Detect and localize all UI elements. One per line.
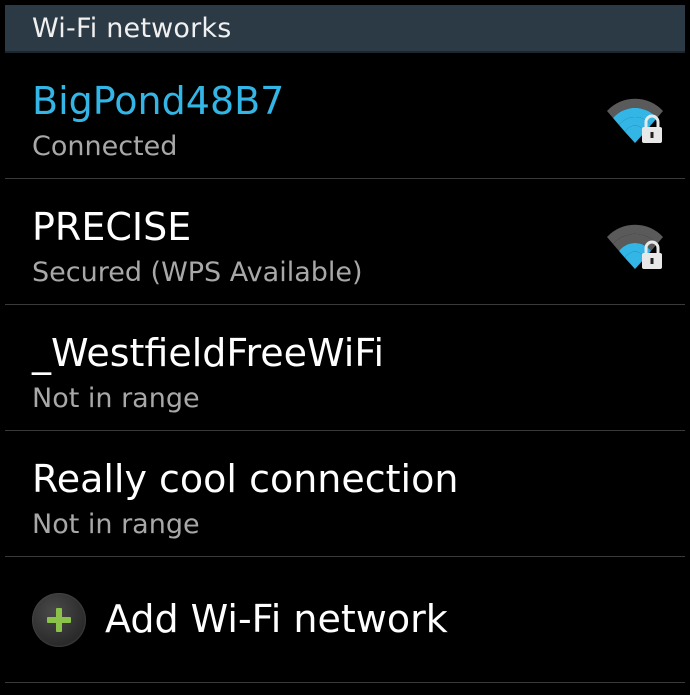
network-status: Connected (32, 131, 178, 162)
add-wifi-network-button[interactable]: Add Wi-Fi network (5, 557, 685, 683)
network-item-westfieldfreewifi[interactable]: _WestfieldFreeWiFi Not in range (5, 305, 685, 431)
network-list: BigPond48B7 Connected PRECISE Secured (W… (5, 53, 685, 683)
network-item-bigpond48b7[interactable]: BigPond48B7 Connected (5, 53, 685, 179)
network-name: Really cool connection (32, 457, 459, 501)
screen-frame: Wi-Fi networks BigPond48B7 Connected PRE… (5, 5, 685, 685)
plus-icon (32, 593, 86, 647)
network-status: Not in range (32, 383, 200, 414)
network-name: PRECISE (32, 205, 192, 249)
network-status: Secured (WPS Available) (32, 257, 363, 288)
network-name: _WestfieldFreeWiFi (32, 331, 385, 375)
wifi-signal-lock-icon (605, 223, 665, 273)
wifi-signal-lock-icon (605, 97, 665, 147)
network-item-precise[interactable]: PRECISE Secured (WPS Available) (5, 179, 685, 305)
network-name: BigPond48B7 (32, 79, 285, 123)
network-item-really-cool-connection[interactable]: Really cool connection Not in range (5, 431, 685, 557)
section-header: Wi-Fi networks (5, 5, 685, 53)
add-wifi-network-label: Add Wi-Fi network (105, 597, 448, 641)
section-title: Wi-Fi networks (32, 12, 232, 44)
network-status: Not in range (32, 509, 200, 540)
